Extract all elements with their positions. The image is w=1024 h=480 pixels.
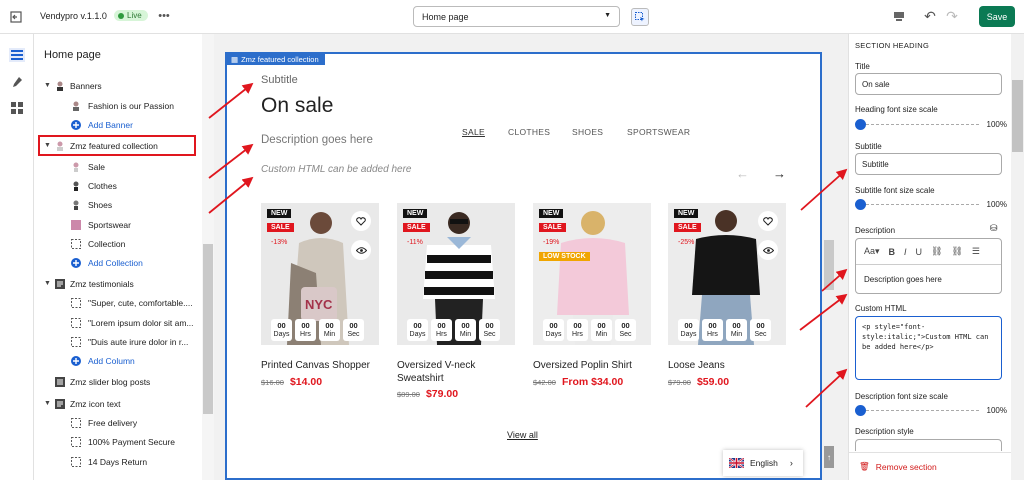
arrow-to-custom-html bbox=[208, 176, 254, 214]
arrow-to-description-editor bbox=[821, 268, 848, 292]
arrow-to-description bbox=[208, 143, 254, 179]
arrow-to-custom-html-input bbox=[799, 293, 848, 331]
arrow-to-subtitle bbox=[208, 82, 254, 119]
annotation-arrows bbox=[208, 82, 848, 408]
arrow-to-custom-html-bottom bbox=[805, 368, 848, 408]
arrow-to-subtitle-input bbox=[800, 168, 848, 211]
